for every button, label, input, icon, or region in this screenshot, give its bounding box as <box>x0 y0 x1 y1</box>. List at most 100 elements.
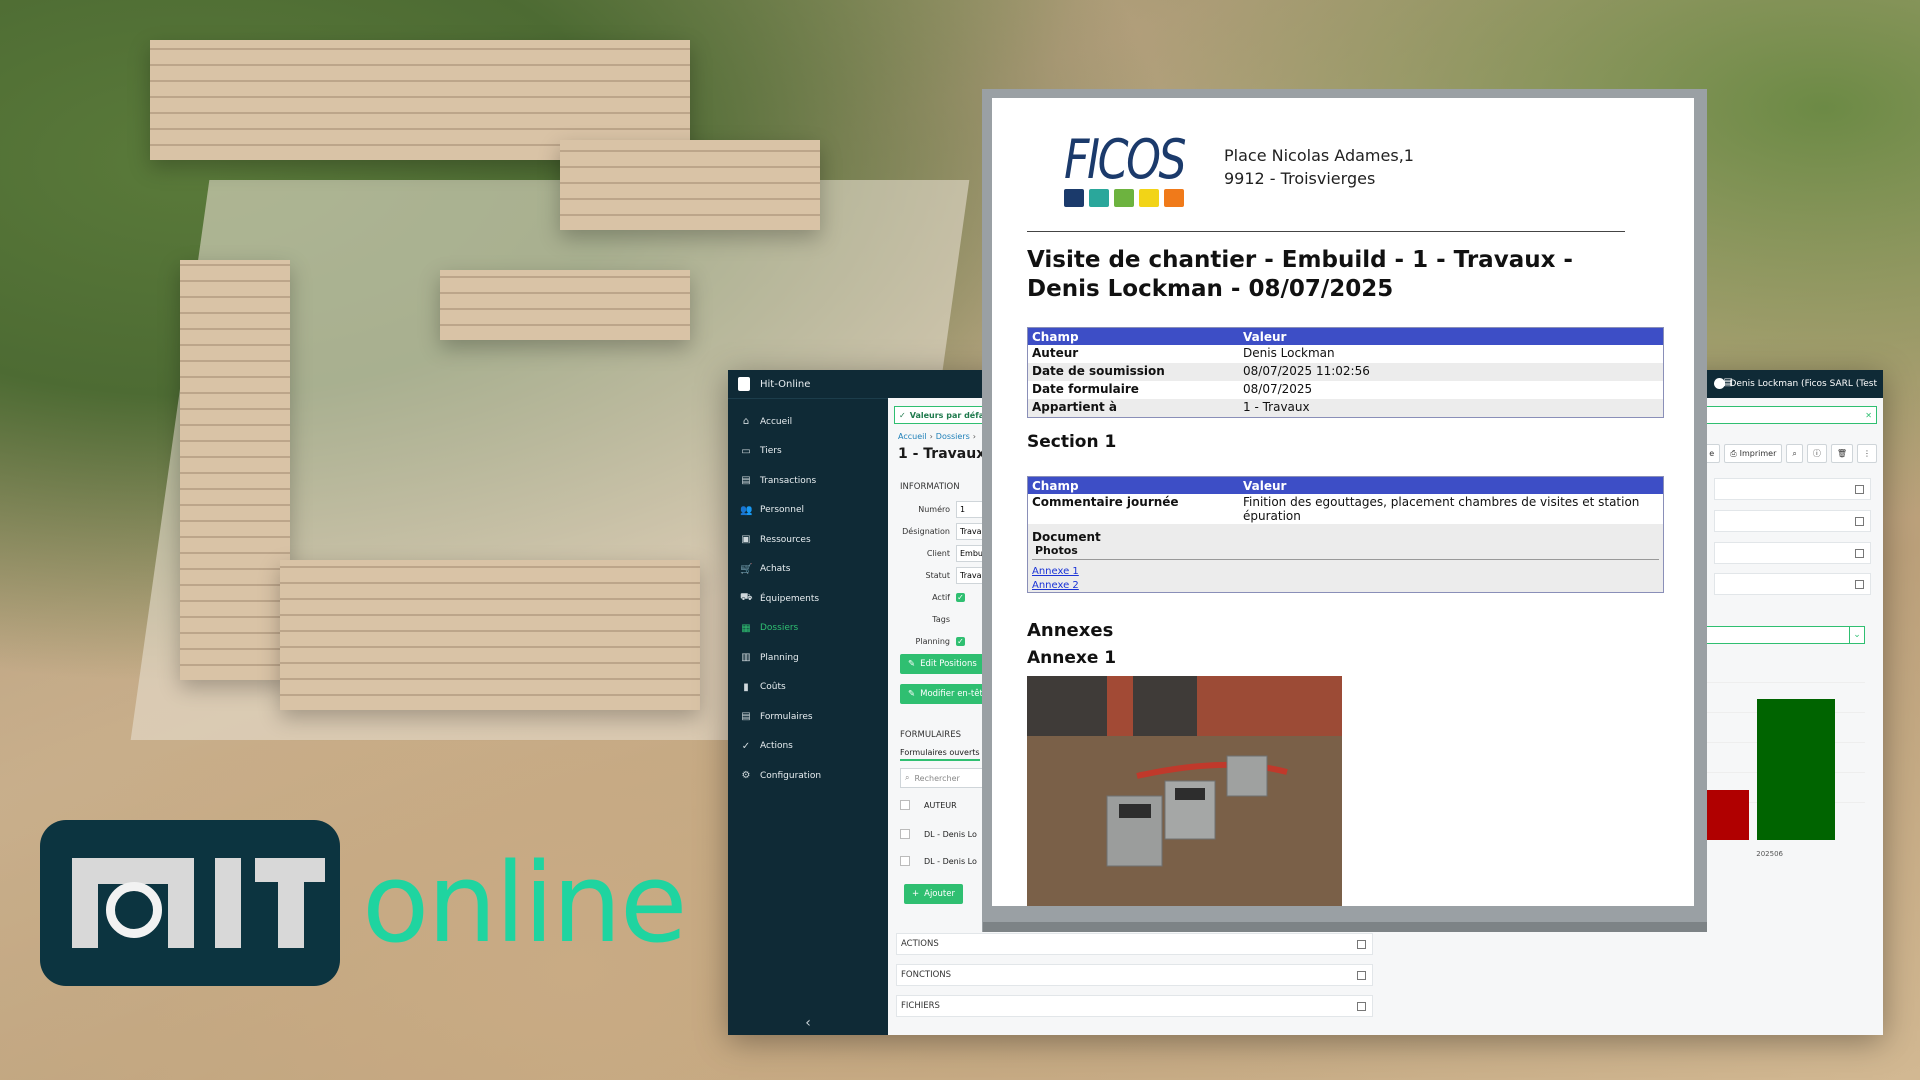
sidebar-item-equipements[interactable]: ⛟ Équipements <box>728 584 888 614</box>
expand-icon <box>1357 970 1366 980</box>
sidebar-brand[interactable]: Hit-Online <box>728 370 888 399</box>
fonctions-panel[interactable]: FONCTIONS <box>896 964 1373 986</box>
grid-line <box>1705 682 1865 683</box>
table-row: Auteur Denis Lockman <box>1032 346 1335 360</box>
table-row: Date de soumission 08/07/2025 11:02:56 <box>1027 363 1664 381</box>
sidebar-item-ressources[interactable]: ▣ Ressources <box>728 525 888 555</box>
sidebar-item-couts[interactable]: ▮ Coûts <box>728 673 888 703</box>
report-title: Visite de chantier - Embuild - 1 - Trava… <box>1027 247 1573 302</box>
fichiers-panel[interactable]: FICHIERS <box>896 995 1373 1017</box>
people-icon: 👥 <box>740 504 753 516</box>
right-panel[interactable] <box>1714 542 1871 564</box>
print-button[interactable]: ⎙ Imprimer <box>1724 444 1783 463</box>
meta-table: Champ Valeur Auteur Denis Lockman Date de … <box>1027 327 1664 418</box>
sidebar-nav: ⌂ Accueil ▭ Tiers ▤ Transactions 👥 Personnel… <box>728 407 888 791</box>
logo-wordmark: online <box>362 839 688 967</box>
expand-icon <box>1855 580 1864 589</box>
list-item[interactable]: DL - Denis Lo <box>900 850 977 872</box>
truck-icon: ⛟ <box>740 592 753 604</box>
sidebar-item-accueil[interactable]: ⌂ Accueil <box>728 407 888 437</box>
brick-wall <box>440 270 690 340</box>
info-icon: ⓘ <box>1812 449 1821 458</box>
right-panel[interactable] <box>1714 573 1871 595</box>
tab-formulaires-ouverts[interactable]: Formulaires ouverts <box>900 748 980 761</box>
check-circle-icon: ✓ <box>899 410 906 420</box>
table-row: Date formulaire 08/07/2025 <box>1032 382 1313 396</box>
swatch <box>1139 189 1159 207</box>
swatch <box>1164 189 1184 207</box>
search-icon: ⌕ <box>1792 448 1797 458</box>
breadcrumb-accueil[interactable]: Accueil <box>898 432 927 441</box>
construction-photo-drawing <box>1027 676 1342 906</box>
edit-positions-button[interactable]: ✎ Edit Positions <box>900 654 985 674</box>
company-logo: FICOS <box>1064 128 1187 191</box>
chart-icon: ▮ <box>743 681 749 693</box>
sidebar-item-dossiers[interactable]: ▦ Dossiers <box>728 614 888 644</box>
page-title: 1 - Travaux <box>898 446 986 462</box>
search-button[interactable]: ⌕ <box>1786 444 1803 463</box>
annex-1-heading: Annexe 1 <box>1027 648 1117 668</box>
folder-icon: ▦ <box>741 622 751 634</box>
logo-circle <box>106 882 162 938</box>
form-icon: ▤ <box>741 711 751 723</box>
breadcrumb: Accueil › Dossiers › <box>898 432 979 441</box>
hit-logo-icon <box>738 377 750 391</box>
toolbar: e ⎙ Imprimer ⌕ ⓘ 🗑 ⋮ <box>1703 444 1877 463</box>
sidebar-item-actions[interactable]: ✓ Actions <box>728 732 888 762</box>
sidebar-item-configuration[interactable]: ⚙ Configuration <box>728 761 888 791</box>
table-row: Appartient à1 - Travaux <box>1027 399 1664 418</box>
report-window-bottom-bar <box>983 922 1707 932</box>
user-menu[interactable]: Denis Lockman (Ficos SARL (Test <box>1714 378 1877 389</box>
right-panel[interactable] <box>1714 478 1871 500</box>
printer-icon: ⎙ <box>1730 448 1737 458</box>
expand-icon <box>1855 517 1864 526</box>
row-checkbox[interactable] <box>900 829 910 839</box>
section-heading: Section 1 <box>1027 432 1117 452</box>
field-planning: Planning ✓ <box>915 636 965 646</box>
close-icon[interactable]: ✕ <box>1865 411 1872 420</box>
sidebar-item-tiers[interactable]: ▭ Tiers <box>728 437 888 467</box>
sidebar-item-planning[interactable]: ▥ Planning <box>728 643 888 673</box>
sidebar-item-achats[interactable]: 🛒 Achats <box>728 555 888 585</box>
brick-wall <box>180 260 290 680</box>
sidebar-item-transactions[interactable]: ▤ Transactions <box>728 466 888 496</box>
chart-bar-red <box>1705 790 1749 840</box>
more-button[interactable]: ⋮ <box>1857 444 1877 463</box>
annex-2-link[interactable]: Annexe 2 <box>1032 580 1079 591</box>
right-panel[interactable] <box>1714 510 1871 532</box>
collapse-sidebar-icon[interactable]: ‹ <box>728 1015 888 1031</box>
card-icon: ▭ <box>741 445 751 457</box>
select-all-checkbox[interactable] <box>900 800 910 810</box>
table-row: Document Photos Annexe 1 Annexe 2 <box>1027 524 1664 593</box>
list-item[interactable]: DL - Denis Lo <box>900 823 977 845</box>
sidebar-item-formulaires[interactable]: ▤ Formulaires <box>728 702 888 732</box>
expand-icon <box>1855 485 1864 494</box>
chamber-opening <box>1119 804 1151 818</box>
breadcrumb-separator: › <box>972 432 976 441</box>
home-icon: ⌂ <box>742 416 750 428</box>
formulaires-label: FORMULAIRES <box>900 730 961 740</box>
annexes-heading: Annexes <box>1027 620 1114 641</box>
expand-icon <box>1357 939 1366 949</box>
sidebar-item-personnel[interactable]: 👥 Personnel <box>728 496 888 526</box>
hit-logo <box>40 820 340 986</box>
row-checkbox[interactable] <box>900 856 910 866</box>
expand-icon <box>1357 1001 1366 1011</box>
plus-icon: + <box>912 889 920 899</box>
annex-1-link[interactable]: Annexe 1 <box>1032 566 1079 577</box>
actions-panel[interactable]: ACTIONS <box>896 933 1373 955</box>
section-table: Champ Valeur Commentaire journée Finition … <box>1027 476 1664 593</box>
sidebar: Hit-Online ⌂ Accueil ▭ Tiers ▤ Transactions… <box>728 370 888 1035</box>
ajouter-button[interactable]: + Ajouter <box>904 884 963 904</box>
planning-checkbox[interactable]: ✓ <box>956 636 965 646</box>
field-actif: Actif ✓ <box>932 592 965 602</box>
actif-checkbox[interactable]: ✓ <box>956 592 965 602</box>
logo-letter-h <box>72 858 98 948</box>
expand-icon <box>1855 549 1864 558</box>
delete-button[interactable]: 🗑 <box>1830 444 1853 463</box>
info-button[interactable]: ⓘ <box>1806 444 1827 463</box>
breadcrumb-dossiers[interactable]: Dossiers <box>936 432 970 441</box>
period-select[interactable]: ⌄ <box>1703 626 1865 644</box>
chart-x-tick: 202506 <box>1756 850 1783 858</box>
logo-letter-h <box>98 858 168 884</box>
